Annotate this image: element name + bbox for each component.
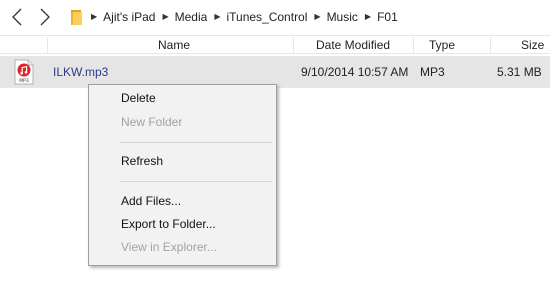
breadcrumb-item-f01[interactable]: ▶ F01 xyxy=(365,10,405,24)
menu-item-export-to-folder[interactable]: Export to Folder... xyxy=(90,213,275,235)
menu-item-view-in-explorer: View in Explorer... xyxy=(121,240,217,254)
menu-item-delete[interactable]: Delete xyxy=(90,87,275,109)
breadcrumb-label: Ajit's iPad xyxy=(103,10,156,24)
menu-separator xyxy=(120,142,272,143)
back-button[interactable] xyxy=(4,2,30,32)
column-divider[interactable] xyxy=(293,37,294,53)
mp3-file-icon: MP3 xyxy=(13,59,35,85)
chevron-right-icon: ▶ xyxy=(314,12,321,21)
file-type: MP3 xyxy=(420,65,445,79)
breadcrumb-item-ipad[interactable]: ▶ Ajit's iPad xyxy=(91,10,162,24)
chevron-right-icon: ▶ xyxy=(364,12,372,21)
menu-item-add-files[interactable]: Add Files... xyxy=(90,190,275,212)
breadcrumb-item-itunes-control[interactable]: ▶ iTunes_Control xyxy=(214,10,314,24)
context-menu: Delete New Folder Refresh Add Files... E… xyxy=(88,84,277,266)
forward-arrow-icon xyxy=(40,8,50,26)
column-header-size[interactable]: Size xyxy=(521,36,544,54)
column-header-row: Name Date Modified Type Size xyxy=(0,35,550,54)
breadcrumb-item-media[interactable]: ▶ Media xyxy=(162,10,214,24)
back-arrow-icon xyxy=(12,8,22,26)
chevron-right-icon: ▶ xyxy=(214,12,221,21)
file-size: 5.31 MB xyxy=(497,65,542,79)
breadcrumb-label: Media xyxy=(174,10,208,24)
menu-item-new-folder: New Folder xyxy=(121,115,183,129)
file-icon-label: MP3 xyxy=(19,78,29,84)
forward-button[interactable] xyxy=(32,2,58,32)
column-header-name[interactable]: Name xyxy=(158,36,190,54)
column-divider[interactable] xyxy=(490,37,491,53)
folder-icon xyxy=(70,8,84,26)
column-header-date-modified[interactable]: Date Modified xyxy=(316,36,390,54)
breadcrumb-label: iTunes_Control xyxy=(226,10,308,24)
navigation-bar: ▶ Ajit's iPad ▶ Media ▶ iTunes_Control ▶… xyxy=(0,0,550,34)
menu-item-refresh[interactable]: Refresh xyxy=(90,150,275,172)
chevron-right-icon: ▶ xyxy=(91,12,98,21)
menu-separator xyxy=(120,181,272,182)
breadcrumb-item-music[interactable]: ▶ Music xyxy=(314,10,365,24)
chevron-right-icon: ▶ xyxy=(162,12,169,21)
column-header-type[interactable]: Type xyxy=(429,36,455,54)
file-date-modified: 9/10/2014 10:57 AM xyxy=(301,65,409,79)
breadcrumb-label: F01 xyxy=(377,10,398,24)
breadcrumb-label: Music xyxy=(326,10,358,24)
column-divider xyxy=(47,37,48,53)
column-divider[interactable] xyxy=(413,37,414,53)
breadcrumb: ▶ Ajit's iPad ▶ Media ▶ iTunes_Control ▶… xyxy=(91,7,405,27)
